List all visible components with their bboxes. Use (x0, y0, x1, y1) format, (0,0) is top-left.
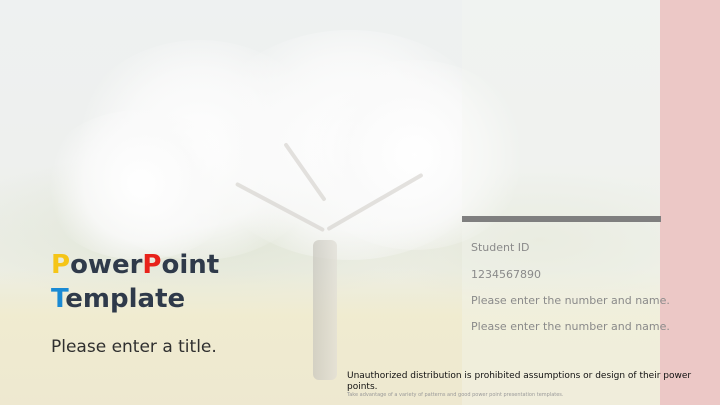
divider-bar (462, 216, 661, 222)
title-text-oint: oint (161, 250, 220, 280)
name-placeholder-2[interactable]: Please enter the number and name. (471, 320, 670, 333)
accent-strip (660, 0, 720, 405)
tree-blossom (40, 110, 240, 260)
title-line-1: PowerPoint (51, 248, 219, 282)
student-id-value[interactable]: 1234567890 (471, 268, 541, 281)
fine-print-text: Take advantage of a variety of patterns … (347, 392, 564, 398)
info-panel (462, 0, 660, 405)
tree-trunk (313, 240, 337, 380)
name-placeholder-1[interactable]: Please enter the number and name. (471, 294, 670, 307)
title-line-2: Template (51, 282, 219, 316)
disclaimer-text: Unauthorized distribution is prohibited … (347, 371, 692, 392)
title-text-ower: ower (70, 250, 143, 280)
subtitle-placeholder[interactable]: Please enter a title. (51, 337, 217, 357)
title-text-emplate: emplate (65, 284, 186, 314)
title-letter-p2: P (142, 250, 162, 280)
student-id-label[interactable]: Student ID (471, 241, 530, 254)
title-letter-t: T (51, 284, 66, 314)
slide-title[interactable]: PowerPoint Template (51, 248, 219, 316)
title-letter-p: P (51, 250, 71, 280)
slide: PowerPoint Template Please enter a title… (0, 0, 720, 405)
